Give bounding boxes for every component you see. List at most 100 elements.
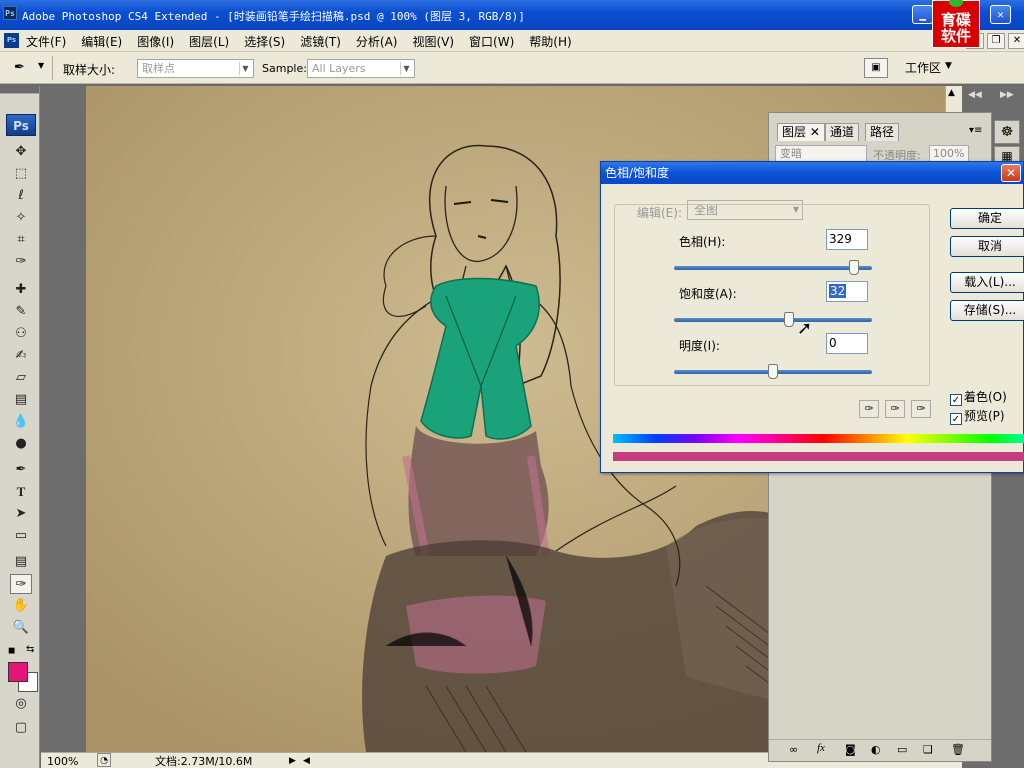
eyedropper-icon[interactable]: ✑ [859, 400, 879, 418]
notes-icon[interactable]: ▤ [10, 552, 32, 572]
sample-size-select[interactable]: 取样点 ▼ [137, 59, 254, 78]
menu-view[interactable]: 视图(V) [412, 33, 454, 50]
document-icon[interactable]: Ps [4, 33, 19, 48]
screen-mode-icon[interactable]: ▢ [10, 718, 32, 738]
adjustment-icon[interactable]: ◐ [871, 743, 881, 756]
brush-icon[interactable]: ✎ [10, 302, 32, 322]
mouse-cursor-icon: ➚ [797, 318, 813, 339]
zoom-level[interactable]: 100% [47, 754, 78, 768]
save-button[interactable]: 存储(S)... [950, 300, 1024, 321]
chevron-down-icon[interactable]: ▼ [945, 61, 952, 71]
hand-icon[interactable]: ✋ [10, 596, 32, 616]
status-menu-icon[interactable]: ◔ [97, 753, 111, 767]
minimize-button[interactable]: ▁ [912, 5, 933, 24]
adjustment-group [614, 204, 930, 386]
colorize-label: 着色(O) [964, 390, 1007, 404]
magic-wand-icon[interactable]: ✧ [10, 208, 32, 228]
move-icon[interactable]: ✥ [10, 142, 32, 162]
mask-icon[interactable]: ◙ [845, 743, 856, 756]
sample-value: All Layers [312, 62, 366, 75]
hue-input[interactable]: 329 [826, 229, 868, 250]
eyedropper-minus-icon[interactable]: ✑ [911, 400, 931, 418]
cancel-button[interactable]: 取消 [950, 236, 1024, 257]
menu-window[interactable]: 窗口(W) [469, 33, 514, 50]
eraser-icon[interactable]: ▱ [10, 368, 32, 388]
menu-filter[interactable]: 滤镜(T) [300, 33, 341, 50]
zoom-icon[interactable]: 🔍 [10, 618, 32, 638]
default-colors-icon[interactable]: ◼ [8, 646, 15, 656]
tab-layers[interactable]: 图层 ✕ [777, 123, 825, 141]
swap-colors-icon[interactable]: ⇆ [26, 644, 34, 655]
colorize-checkbox[interactable]: ✓ 着色(O) [950, 388, 1007, 406]
toolbox-grip[interactable] [0, 86, 39, 94]
link-icon[interactable]: ∞ [789, 743, 798, 756]
bridge-icon[interactable]: ▣ [864, 58, 888, 78]
group-icon[interactable]: ▭ [897, 743, 907, 756]
panel-menu-icon[interactable]: ▾≡ [969, 125, 982, 136]
menu-help[interactable]: 帮助(H) [529, 33, 571, 50]
saturation-input[interactable]: 32 [826, 281, 868, 302]
scroll-up-icon[interactable]: ▲ [948, 88, 955, 98]
dodge-icon[interactable]: ● [10, 434, 32, 454]
options-bar: ✒ ▼ 取样大小: 取样点 ▼ Sample: All Layers ▼ ▣ 工… [0, 52, 1024, 84]
eyedropper-icon[interactable]: ✒ [14, 60, 36, 76]
hue-slider-thumb[interactable] [849, 260, 860, 275]
eyedropper-active-icon[interactable]: ✑ [10, 574, 32, 594]
gradient-icon[interactable]: ▤ [10, 390, 32, 410]
lightness-slider-thumb[interactable] [768, 364, 778, 379]
close-button[interactable]: ✕ [990, 5, 1011, 24]
new-layer-icon[interactable]: ❏ [923, 743, 933, 756]
tab-channels[interactable]: 通道 [825, 123, 860, 141]
ok-button[interactable]: 确定 [950, 208, 1024, 229]
doc-restore-button[interactable]: ❐ [987, 33, 1005, 49]
workspace-label[interactable]: 工作区 [905, 59, 941, 76]
doc-close-button[interactable]: ✕ [1008, 33, 1024, 49]
saturation-slider-thumb[interactable] [783, 312, 794, 327]
eyedropper-plus-icon[interactable]: ✑ [885, 400, 905, 418]
menu-layer[interactable]: 图层(L) [189, 33, 229, 50]
blend-mode-value: 变暗 [780, 147, 802, 160]
close-icon[interactable]: ✕ [810, 125, 820, 139]
pen-icon[interactable]: ✒ [10, 460, 32, 480]
preview-checkbox[interactable]: ✓ 预览(P) [950, 407, 1005, 425]
photoshop-window: Ps Adobe Photoshop CS4 Extended - [时装画铅笔… [0, 0, 1024, 768]
tab-paths[interactable]: 路径 [865, 123, 900, 141]
shape-icon[interactable]: ▭ [10, 526, 32, 546]
watermark-line1: 育碟 [940, 11, 971, 29]
sample-select[interactable]: All Layers ▼ [307, 59, 415, 78]
menu-file[interactable]: 文件(F) [26, 33, 66, 50]
menu-analysis[interactable]: 分析(A) [356, 33, 398, 50]
tool-preset-arrow-icon[interactable]: ▼ [38, 61, 44, 70]
saturation-slider-track[interactable] [674, 318, 872, 322]
lasso-icon[interactable]: ℓ [10, 186, 32, 206]
collapse-dock-icon[interactable]: ◀◀ [968, 90, 982, 100]
menu-edit[interactable]: 编辑(E) [81, 33, 122, 50]
trash-icon[interactable]: 🗑 [951, 743, 965, 756]
path-select-icon[interactable]: ➤ [10, 504, 32, 524]
hue-slider-track[interactable] [674, 266, 872, 270]
expand-dock-icon[interactable]: ▶▶ [1000, 90, 1014, 100]
scroll-left-icon[interactable]: ◀ [303, 754, 310, 768]
load-button[interactable]: 载入(L)... [950, 272, 1024, 293]
marquee-icon[interactable]: ⬚ [10, 164, 32, 184]
fx-icon[interactable]: fx [817, 742, 825, 754]
chevron-down-icon: ▼ [239, 62, 251, 75]
quick-mask-icon[interactable]: ◎ [10, 694, 32, 714]
menu-select[interactable]: 选择(S) [244, 33, 285, 50]
lightness-input[interactable]: 0 [826, 333, 868, 354]
preview-label: 预览(P) [964, 409, 1005, 423]
eyedropper-icon[interactable]: ✑ [10, 252, 32, 272]
stamp-icon[interactable]: ⚇ [10, 324, 32, 344]
healing-icon[interactable]: ✚ [10, 280, 32, 300]
foreground-color-swatch[interactable] [8, 662, 28, 682]
navigator-icon[interactable]: ☸ [994, 120, 1020, 144]
menu-image[interactable]: 图像(I) [137, 33, 174, 50]
blur-icon[interactable]: 💧 [10, 412, 32, 432]
photoshop-app-icon[interactable]: Ps [3, 6, 17, 20]
type-icon[interactable]: T [10, 482, 32, 502]
status-arrow-icon[interactable]: ▶ [289, 754, 296, 768]
crop-icon[interactable]: ⌗ [10, 230, 32, 250]
dialog-close-button[interactable]: ✕ [1001, 164, 1021, 182]
history-brush-icon[interactable]: ✍ [10, 346, 32, 366]
watermark-line2: 软件 [940, 27, 971, 45]
